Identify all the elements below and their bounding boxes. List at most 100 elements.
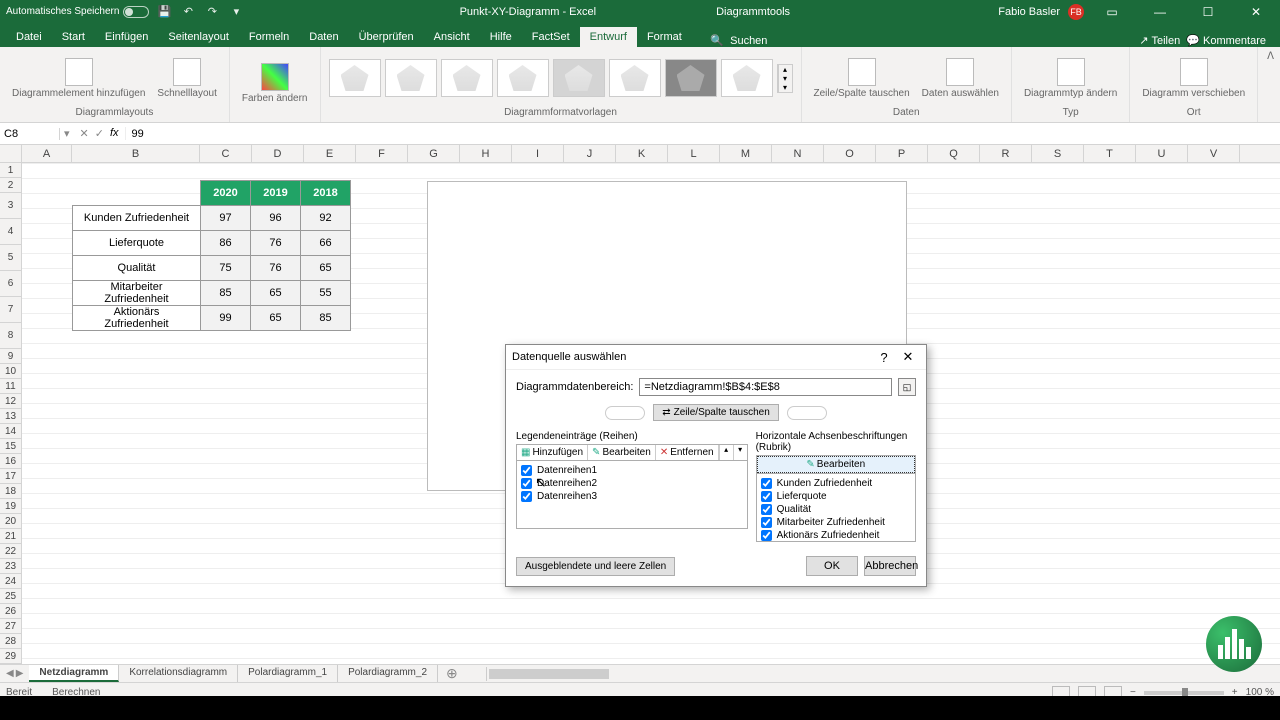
add-series-button[interactable]: ▦Hinzufügen <box>517 445 588 460</box>
column-header[interactable]: I <box>512 145 564 162</box>
list-item[interactable]: Datenreihen2 <box>521 477 743 490</box>
row-header[interactable]: 11 <box>0 379 22 394</box>
edit-series-button[interactable]: ✎Bearbeiten <box>588 445 656 460</box>
dialog-help-icon[interactable]: ? <box>872 350 896 365</box>
sheet-tab[interactable]: Netzdiagramm <box>29 665 119 682</box>
category-checkbox[interactable] <box>761 478 772 489</box>
horizontal-scrollbar[interactable] <box>486 667 1280 681</box>
series-checkbox[interactable] <box>521 491 532 502</box>
cancel-formula-icon[interactable]: ✕ <box>80 127 89 140</box>
chart-style-8[interactable] <box>721 59 773 97</box>
column-header[interactable]: P <box>876 145 928 162</box>
row-header[interactable]: 27 <box>0 619 22 634</box>
row-header[interactable]: 22 <box>0 544 22 559</box>
data-cell[interactable]: 76 <box>251 231 301 256</box>
ribbon-tab-factset[interactable]: FactSet <box>522 27 580 47</box>
ribbon-tab-datei[interactable]: Datei <box>6 27 52 47</box>
sheet-tab[interactable]: Korrelationsdiagramm <box>119 665 238 682</box>
year-header[interactable]: 2018 <box>301 181 351 206</box>
chart-style-5[interactable] <box>553 59 605 97</box>
data-cell[interactable]: 65 <box>301 256 351 281</box>
dialog-close-icon[interactable]: ✕ <box>896 349 920 365</box>
row-header[interactable]: 29 <box>0 649 22 664</box>
column-header[interactable]: S <box>1032 145 1084 162</box>
list-item[interactable]: Datenreihen3 <box>521 490 743 503</box>
series-listbox[interactable]: Datenreihen1Datenreihen2Datenreihen3 <box>516 461 748 529</box>
qat-customize-icon[interactable]: ▾ <box>227 3 245 21</box>
chart-data-range-input[interactable] <box>639 378 892 396</box>
sheet-nav-prev-icon[interactable]: ◀ <box>6 668 14 679</box>
styles-down-icon[interactable]: ▾ <box>778 74 792 83</box>
chart-style-1[interactable] <box>329 59 381 97</box>
styles-up-icon[interactable]: ▴ <box>778 65 792 74</box>
move-down-icon[interactable]: ▾ <box>733 445 747 460</box>
share-button[interactable]: ↗ Teilen <box>1139 34 1180 47</box>
hidden-empty-cells-button[interactable]: Ausgeblendete und leere Zellen <box>516 557 675 576</box>
change-chart-type-button[interactable]: Diagrammtyp ändern <box>1020 56 1121 101</box>
column-header[interactable]: C <box>200 145 252 162</box>
row-header[interactable]: 24 <box>0 574 22 589</box>
data-cell[interactable]: 85 <box>301 306 351 331</box>
list-item[interactable]: Mitarbeiter Zufriedenheit <box>761 516 911 529</box>
row-header[interactable]: 16 <box>0 454 22 469</box>
category-listbox[interactable]: Kunden ZufriedenheitLieferquoteQualitätM… <box>756 474 916 542</box>
formula-input[interactable]: 99 <box>126 128 1280 140</box>
category-checkbox[interactable] <box>761 491 772 502</box>
search-label[interactable]: Suchen <box>730 35 767 47</box>
change-colors-button[interactable]: Farben ändern <box>238 61 312 106</box>
enter-formula-icon[interactable]: ✓ <box>95 127 104 140</box>
row-header[interactable]: 10 <box>0 364 22 379</box>
select-all-corner[interactable] <box>0 145 22 162</box>
category-checkbox[interactable] <box>761 504 772 515</box>
row-header[interactable]: 25 <box>0 589 22 604</box>
select-data-button[interactable]: Daten auswählen <box>918 56 1003 101</box>
search-icon[interactable]: 🔍 <box>710 34 724 47</box>
ribbon-tab-daten[interactable]: Daten <box>299 27 348 47</box>
row-header[interactable]: 6 <box>0 271 22 297</box>
row-header[interactable]: 5 <box>0 245 22 271</box>
row-header[interactable]: 20 <box>0 514 22 529</box>
column-header[interactable]: G <box>408 145 460 162</box>
range-selector-icon[interactable]: ◱ <box>898 378 916 396</box>
column-header[interactable]: F <box>356 145 408 162</box>
column-header[interactable]: O <box>824 145 876 162</box>
add-sheet-icon[interactable]: ⊕ <box>438 665 466 682</box>
ribbon-tab-ansicht[interactable]: Ansicht <box>424 27 480 47</box>
ribbon-tab-format[interactable]: Format <box>637 27 692 47</box>
data-cell[interactable]: 85 <box>201 281 251 306</box>
series-checkbox[interactable] <box>521 478 532 489</box>
user-name[interactable]: Fabio Basler <box>998 6 1060 18</box>
category-checkbox[interactable] <box>761 530 772 541</box>
cancel-button[interactable]: Abbrechen <box>864 556 916 576</box>
remove-series-button[interactable]: ✕Entfernen <box>656 445 719 460</box>
column-header[interactable]: Q <box>928 145 980 162</box>
ribbon-tab-seitenlayout[interactable]: Seitenlayout <box>158 27 239 47</box>
quick-layout-button[interactable]: Schnelllayout <box>153 56 220 101</box>
row-header[interactable]: 21 <box>0 529 22 544</box>
name-box[interactable] <box>0 128 60 140</box>
list-item[interactable]: Qualität <box>761 503 911 516</box>
row-label[interactable]: Lieferquote <box>73 231 201 256</box>
data-cell[interactable]: 92 <box>301 206 351 231</box>
list-item[interactable]: Lieferquote <box>761 490 911 503</box>
year-header[interactable]: 2019 <box>251 181 301 206</box>
column-header[interactable]: M <box>720 145 772 162</box>
chart-style-2[interactable] <box>385 59 437 97</box>
comments-button[interactable]: 💬 Kommentare <box>1186 34 1266 47</box>
ribbon-options-icon[interactable]: ▭ <box>1092 0 1132 23</box>
column-header[interactable]: D <box>252 145 304 162</box>
row-label[interactable]: Qualität <box>73 256 201 281</box>
row-label[interactable]: Mitarbeiter Zufriedenheit <box>73 281 201 306</box>
row-header[interactable]: 14 <box>0 424 22 439</box>
column-header[interactable]: N <box>772 145 824 162</box>
category-checkbox[interactable] <box>761 517 772 528</box>
row-header[interactable]: 9 <box>0 349 22 364</box>
row-header[interactable]: 26 <box>0 604 22 619</box>
list-item[interactable]: Kunden Zufriedenheit <box>761 477 911 490</box>
maximize-icon[interactable]: ☐ <box>1188 0 1228 23</box>
collapse-ribbon-icon[interactable]: ᐱ <box>1261 47 1280 122</box>
switch-row-column-button[interactable]: ⇄Zeile/Spalte tauschen <box>653 404 779 421</box>
column-header[interactable]: H <box>460 145 512 162</box>
column-header[interactable]: E <box>304 145 356 162</box>
add-chart-element-button[interactable]: Diagrammelement hinzufügen <box>8 56 149 101</box>
